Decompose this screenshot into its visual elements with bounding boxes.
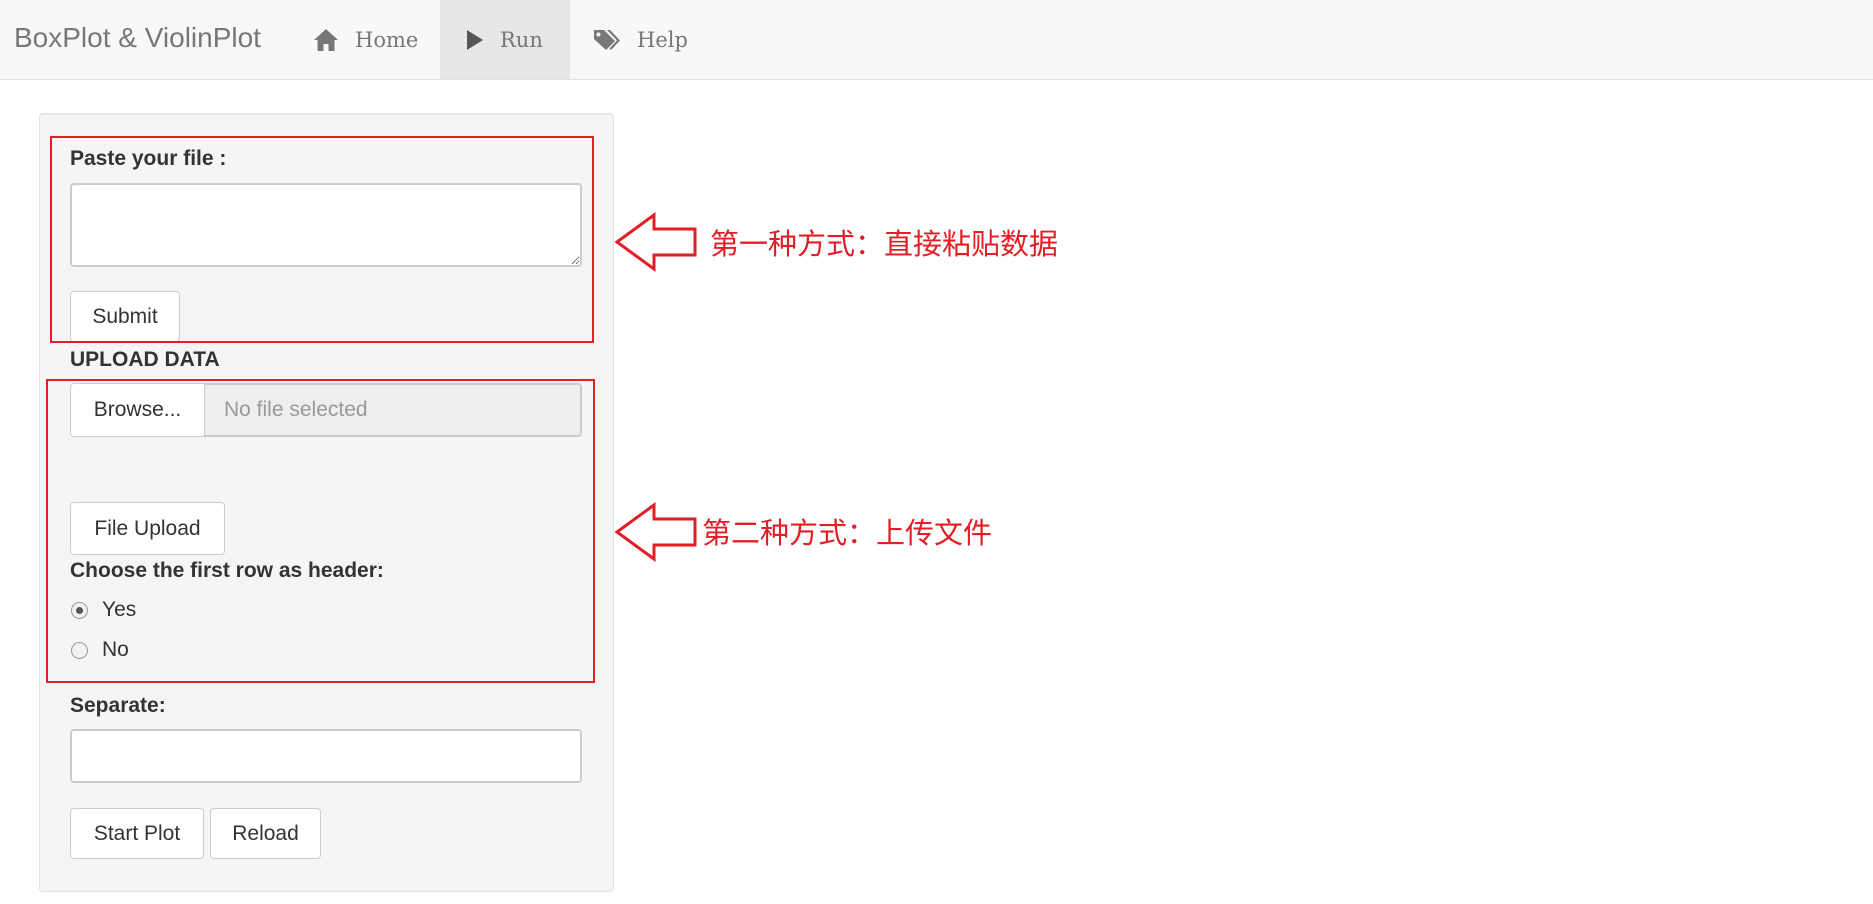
nav-tab-run-label: Run — [500, 27, 543, 52]
home-icon — [313, 28, 339, 52]
nav-tab-help[interactable]: Help — [593, 0, 713, 79]
nav-tab-home[interactable]: Home — [313, 0, 433, 79]
nav-tab-home-label: Home — [355, 27, 419, 52]
app-brand[interactable]: BoxPlot & ViolinPlot — [14, 0, 261, 79]
reload-button[interactable]: Reload — [210, 808, 321, 859]
separator-input[interactable] — [70, 729, 582, 783]
navbar: BoxPlot & ViolinPlot Home Run Help — [0, 0, 1873, 80]
annotation-text-paste: 第一种方式：直接粘贴数据 — [710, 229, 1059, 261]
nav-tab-help-label: Help — [637, 27, 688, 52]
separate-label: Separate: — [70, 694, 166, 717]
annotation-text-upload: 第二种方式：上传文件 — [702, 518, 993, 550]
tags-icon — [593, 28, 621, 52]
annotation-arrow-left-icon — [614, 502, 697, 562]
annotation-box-upload — [46, 379, 595, 683]
upload-data-title: UPLOAD DATA — [70, 348, 220, 371]
start-plot-button[interactable]: Start Plot — [70, 808, 204, 859]
nav-tab-run[interactable]: Run — [440, 0, 570, 79]
annotation-box-paste — [50, 136, 594, 343]
play-icon — [466, 29, 484, 51]
annotation-arrow-left-icon — [614, 212, 697, 272]
